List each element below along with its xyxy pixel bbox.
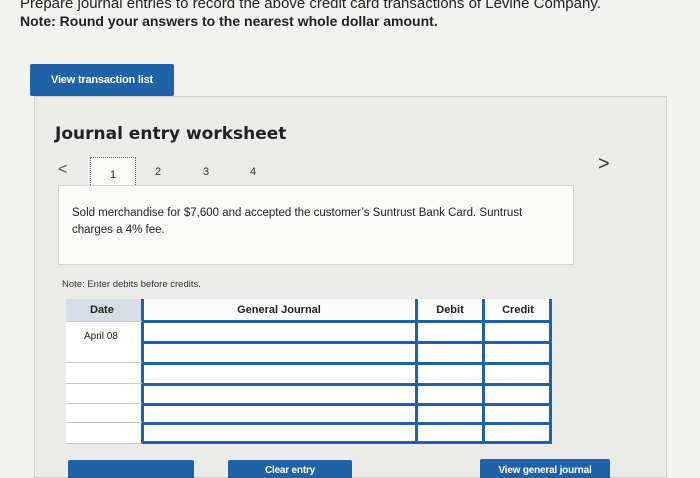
grid-divider xyxy=(142,362,552,365)
next-step-icon[interactable]: > xyxy=(598,153,610,176)
grid-divider xyxy=(66,443,142,444)
journal-grid: Date General Journal Debit Credit April … xyxy=(66,299,552,444)
previous-step-icon[interactable]: < xyxy=(58,161,67,179)
grid-divider xyxy=(66,321,142,322)
grid-divider xyxy=(66,403,142,404)
grid-divider xyxy=(66,362,142,363)
general-journal-column-header: General Journal xyxy=(142,299,416,321)
grid-divider xyxy=(66,383,142,384)
debit-input[interactable] xyxy=(486,323,549,341)
transaction-description: Sold merchandise for $7,600 and accepted… xyxy=(72,207,523,236)
step-4-tab[interactable]: 4 xyxy=(250,166,256,178)
record-entry-button[interactable] xyxy=(68,460,194,478)
worksheet-title: Journal entry worksheet xyxy=(55,124,287,144)
clear-entry-button[interactable]: Clear entry xyxy=(228,460,352,478)
grid-divider xyxy=(142,441,552,444)
grid-divider xyxy=(142,422,552,425)
date-cell: April 08 xyxy=(84,331,118,342)
debit-column-header: Debit xyxy=(416,299,484,321)
view-general-journal-button[interactable]: View general journal xyxy=(480,459,610,478)
instructions-text: Prepare journal entries to record the ab… xyxy=(20,0,601,12)
grid-divider xyxy=(142,383,552,386)
date-column-header: Date xyxy=(66,299,142,321)
step-2-tab[interactable]: 2 xyxy=(155,166,161,178)
rounding-note: Note: Round your answers to the nearest … xyxy=(20,13,438,29)
step-1-label: 1 xyxy=(109,169,117,181)
grid-divider xyxy=(142,403,552,406)
grid-divider xyxy=(66,422,142,423)
grid-divider xyxy=(142,341,552,344)
step-3-tab[interactable]: 3 xyxy=(203,166,209,178)
debits-note: Note: Enter debits before credits. xyxy=(62,279,201,290)
credit-column-header: Credit xyxy=(484,299,552,321)
view-transaction-list-button[interactable]: View transaction list xyxy=(30,64,174,96)
account-input[interactable] xyxy=(145,323,415,341)
